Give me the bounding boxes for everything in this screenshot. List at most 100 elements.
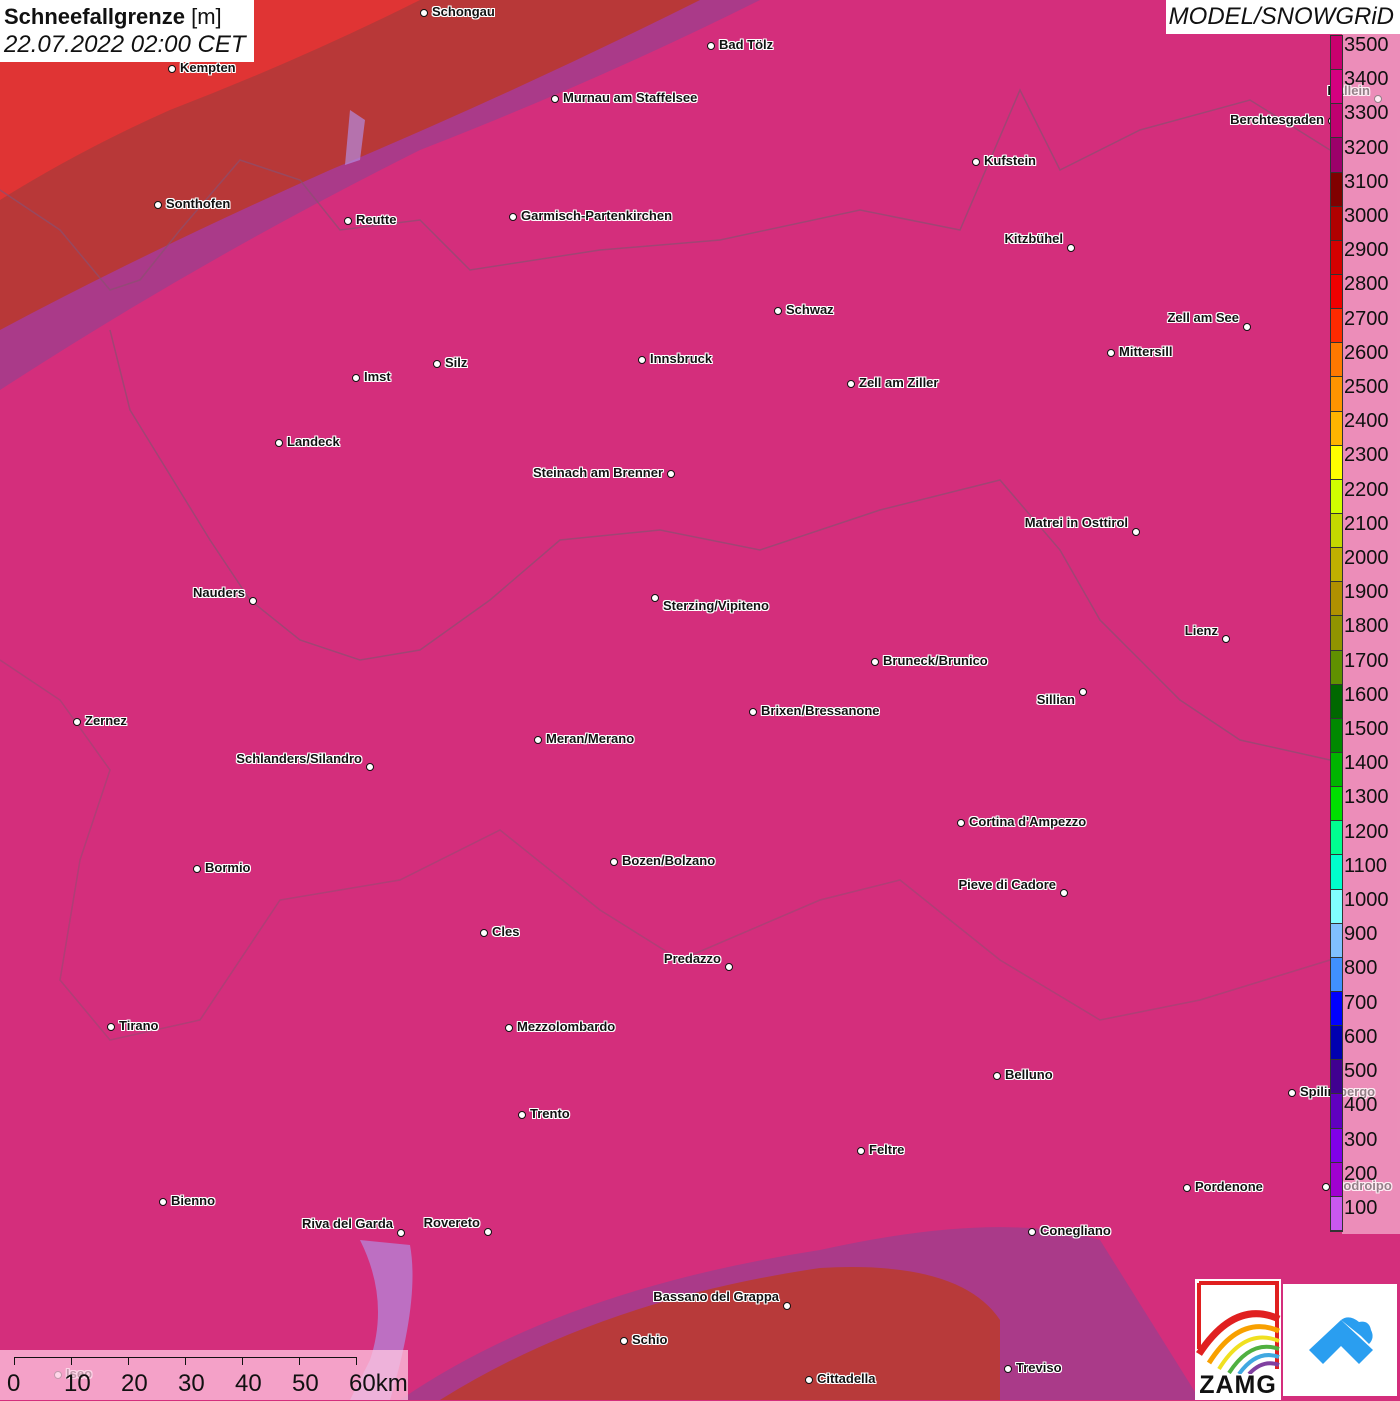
legend-label: 300 — [1344, 1128, 1378, 1151]
city-label: Zell am Ziller — [859, 375, 939, 390]
legend-label: 1100 — [1344, 854, 1388, 877]
legend-label: 100 — [1344, 1196, 1378, 1219]
city-marker-icon — [1183, 1184, 1191, 1192]
snowgrid-logo — [1283, 1284, 1397, 1396]
city-marker-icon — [1060, 889, 1068, 897]
city-marker-icon — [1079, 688, 1087, 696]
city-marker-icon — [107, 1023, 115, 1031]
legend-swatch — [1331, 650, 1342, 685]
city-label: Tirano — [119, 1018, 159, 1033]
city-label: Bozen/Bolzano — [622, 853, 716, 868]
legend-swatch — [1331, 172, 1342, 207]
city-label: Bienno — [171, 1193, 216, 1208]
city-label: Pordenone — [1195, 1179, 1263, 1194]
legend-label: 700 — [1344, 991, 1378, 1014]
legend-label: 600 — [1344, 1025, 1378, 1048]
city-marker-icon — [509, 213, 517, 221]
city-marker-icon — [638, 356, 646, 364]
scale-label: 10 — [64, 1370, 91, 1397]
city-label: Silz — [445, 355, 468, 370]
city-marker-icon — [725, 963, 733, 971]
legend-swatch — [1331, 70, 1342, 105]
city-label: Rovereto — [423, 1215, 480, 1230]
city-marker-icon — [534, 736, 542, 744]
city-label: Reutte — [356, 212, 397, 227]
city-marker-icon — [651, 594, 659, 602]
city-label: Schwaz — [786, 302, 834, 317]
zamg-rainbow-icon — [1196, 1281, 1281, 1376]
legend-swatch — [1331, 1026, 1342, 1061]
city-marker-icon — [193, 865, 201, 873]
city-marker-icon — [168, 65, 176, 73]
legend-swatch — [1331, 855, 1342, 890]
color-legend-bar — [1330, 35, 1343, 1232]
zamg-logo-text: ZAMG — [1199, 1371, 1277, 1399]
city-marker-icon — [73, 718, 81, 726]
legend-label: 1400 — [1344, 752, 1389, 775]
scale-tick — [242, 1357, 243, 1365]
city-label: Trento — [530, 1106, 570, 1121]
city-label: Kufstein — [984, 153, 1036, 168]
city-marker-icon — [993, 1072, 1001, 1080]
legend-swatch — [1331, 991, 1342, 1027]
zamg-logo: ZAMG — [1195, 1279, 1281, 1400]
city-label: Lienz — [1184, 623, 1218, 638]
legend-label: 3500 — [1344, 34, 1389, 56]
legend-swatch — [1331, 104, 1342, 139]
city-label: Conegliano — [1040, 1223, 1111, 1238]
city-marker-icon — [366, 763, 374, 771]
city-label: Garmisch-Partenkirchen — [521, 208, 673, 223]
city-marker-icon — [433, 360, 441, 368]
map-title-box: Schneefallgrenze [m] 22.07.2022 02:00 CE… — [0, 0, 254, 62]
legend-swatch — [1331, 1196, 1342, 1231]
city-marker-icon — [1288, 1089, 1296, 1097]
city-label: Schio — [632, 1332, 668, 1347]
legend-label: 2800 — [1344, 273, 1389, 296]
scale-tick — [71, 1357, 72, 1365]
legend-swatch — [1331, 821, 1342, 856]
city-label: Belluno — [1005, 1067, 1053, 1082]
legend-swatch — [1331, 274, 1342, 310]
city-label: Schlanders/Silandro — [236, 751, 362, 766]
legend-label: 500 — [1344, 1060, 1378, 1083]
scale-tick — [14, 1357, 15, 1365]
legend-swatch — [1331, 1094, 1342, 1129]
city-label: Zell am See — [1167, 310, 1239, 325]
city-marker-icon — [159, 1198, 167, 1206]
legend-swatch — [1331, 36, 1342, 71]
city-label: Riva del Garda — [301, 1216, 393, 1231]
city-marker-icon — [1222, 635, 1230, 643]
city-label: Schongau — [432, 4, 495, 19]
city-label: Cortina d'Ampezzo — [969, 814, 1087, 829]
city-marker-icon — [707, 42, 715, 50]
legend-swatch — [1331, 138, 1342, 173]
city-marker-icon — [1004, 1365, 1012, 1373]
scale-tick — [299, 1357, 300, 1365]
legend-swatch — [1331, 479, 1342, 514]
city-label: Berchtesgaden — [1230, 112, 1324, 127]
map-datetime: 22.07.2022 02:00 CET — [4, 31, 246, 58]
city-label: Murnau am Staffelsee — [563, 90, 698, 105]
legend-label: 1200 — [1344, 820, 1389, 843]
legend-swatch — [1331, 787, 1342, 822]
scale-label: 20 — [121, 1370, 148, 1397]
legend-label: 1500 — [1344, 718, 1389, 741]
legend-swatch — [1331, 1060, 1342, 1095]
legend-swatch — [1331, 752, 1342, 788]
legend-swatch — [1331, 309, 1342, 344]
city-marker-icon — [667, 470, 675, 478]
city-label: Sillian — [1036, 692, 1075, 707]
legend-swatch — [1331, 513, 1342, 549]
city-marker-icon — [1107, 349, 1115, 357]
map-unit: [m] — [191, 4, 222, 29]
scale-bar: 0 10 20 30 40 50 60km — [0, 1350, 408, 1400]
city-marker-icon — [774, 307, 782, 315]
legend-swatch — [1331, 1162, 1342, 1197]
legend-label: 2500 — [1344, 376, 1389, 399]
legend-label: 2900 — [1344, 239, 1389, 262]
city-marker-icon — [749, 708, 757, 716]
scale-label: 50 — [292, 1370, 319, 1397]
city-marker-icon — [805, 1376, 813, 1384]
city-label: Matrei in Osttirol — [1024, 515, 1128, 530]
city-marker-icon — [249, 597, 257, 605]
